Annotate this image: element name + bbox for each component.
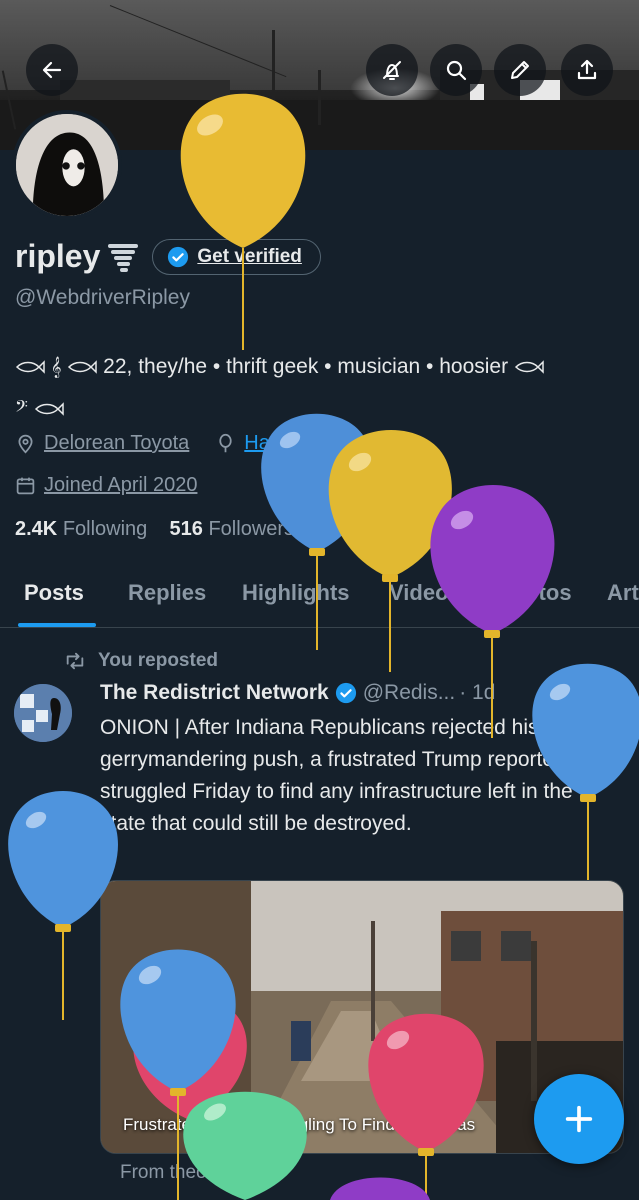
tab-videos[interactable]: Videos <box>389 580 461 606</box>
profile-tabs: Posts Replies Highlights Videos Photos A… <box>0 570 639 628</box>
fish-emoji-icon <box>68 360 98 375</box>
post-time: · 1d <box>459 681 496 704</box>
profile-handle: @WebdriverRipley <box>15 286 190 309</box>
notifications-button[interactable] <box>366 44 418 96</box>
media-source[interactable]: From theonion.com <box>120 1162 284 1184</box>
followers-label: Followers <box>208 518 295 540</box>
edit-button[interactable] <box>494 44 546 96</box>
post-author-name[interactable]: The Redistrict Network <box>100 681 329 705</box>
avatar-image <box>16 114 118 216</box>
tab-replies[interactable]: Replies <box>128 580 206 606</box>
search-icon <box>446 60 467 81</box>
plus-icon <box>565 1105 593 1133</box>
location-pin-icon <box>18 434 33 454</box>
balloon-yellow-2 <box>328 430 452 672</box>
get-verified-button[interactable]: Get verified <box>152 238 321 275</box>
joined-date: Joined April 2020 <box>44 474 198 496</box>
joined-row: Joined April 2020 <box>15 474 197 497</box>
fish-emoji-icon <box>514 360 544 375</box>
bio-text: 22, they/he • thrift geek • musician • h… <box>103 355 509 378</box>
name-row: ripley Get verified <box>15 238 321 275</box>
repost-label: You reposted <box>98 650 218 671</box>
compose-button[interactable] <box>534 1074 624 1164</box>
calendar-icon <box>16 477 35 495</box>
balloon-icon <box>219 433 232 453</box>
following-count: 2.4K <box>15 518 58 540</box>
repost-indicator: You reposted <box>64 650 218 672</box>
tab-photos[interactable]: Photos <box>497 580 572 606</box>
post-header: The Redistrict Network @Redis... · 1d <box>100 681 495 705</box>
media-caption: Frustrated Trump Struggling To Find Any … <box>123 1115 476 1134</box>
share-button[interactable] <box>561 44 613 96</box>
bass-clef-icon: 𝄢 <box>15 398 28 420</box>
follow-counts: 2.4K Following 516 Followers <box>15 518 294 541</box>
get-verified-label: Get verified <box>197 245 302 267</box>
share-icon <box>577 59 597 80</box>
bell-slash-icon <box>383 61 401 80</box>
treble-clef-icon: 𝄞 <box>50 357 62 377</box>
profile-bio: 𝄞 22, they/he • thrift geek • musician •… <box>15 346 625 430</box>
followers-count: 516 <box>169 518 203 540</box>
following-link[interactable]: 2.4K Following <box>15 518 147 540</box>
post-text: ONION | After Indiana Republicans reject… <box>100 716 581 835</box>
active-tab-indicator <box>18 623 96 627</box>
banner-pole <box>272 30 275 120</box>
fish-emoji-icon <box>15 360 45 375</box>
arrow-left-icon <box>42 61 62 79</box>
repost-icon <box>66 652 84 670</box>
birthday-link[interactable]: Happy birthday! <box>244 432 384 455</box>
balloon-purple-2 <box>330 1177 430 1200</box>
verified-badge-icon <box>168 246 189 267</box>
tab-posts[interactable]: Posts <box>24 580 84 606</box>
post-author-avatar[interactable] <box>14 684 72 742</box>
fish-emoji-icon <box>34 402 64 417</box>
display-name: ripley <box>15 238 101 274</box>
profile-meta-row: Delorean Toyota Happy birthday! <box>15 432 384 455</box>
tab-highlights[interactable]: Highlights <box>242 580 350 606</box>
profile-avatar[interactable] <box>12 110 122 220</box>
verified-badge-icon <box>335 682 356 704</box>
following-label: Following <box>62 518 148 540</box>
puzzle-avatar-image <box>14 684 72 742</box>
banner-pole-2 <box>318 70 321 125</box>
back-button[interactable] <box>26 44 78 96</box>
search-button[interactable] <box>430 44 482 96</box>
followers-link[interactable]: 516 Followers <box>170 518 295 540</box>
tab-art[interactable]: Art <box>607 580 639 606</box>
post-author-handle[interactable]: @Redis... <box>363 681 456 705</box>
tornado-emoji-icon <box>108 243 139 272</box>
pencil-icon <box>511 61 529 79</box>
location-link[interactable]: Delorean Toyota <box>44 432 189 455</box>
